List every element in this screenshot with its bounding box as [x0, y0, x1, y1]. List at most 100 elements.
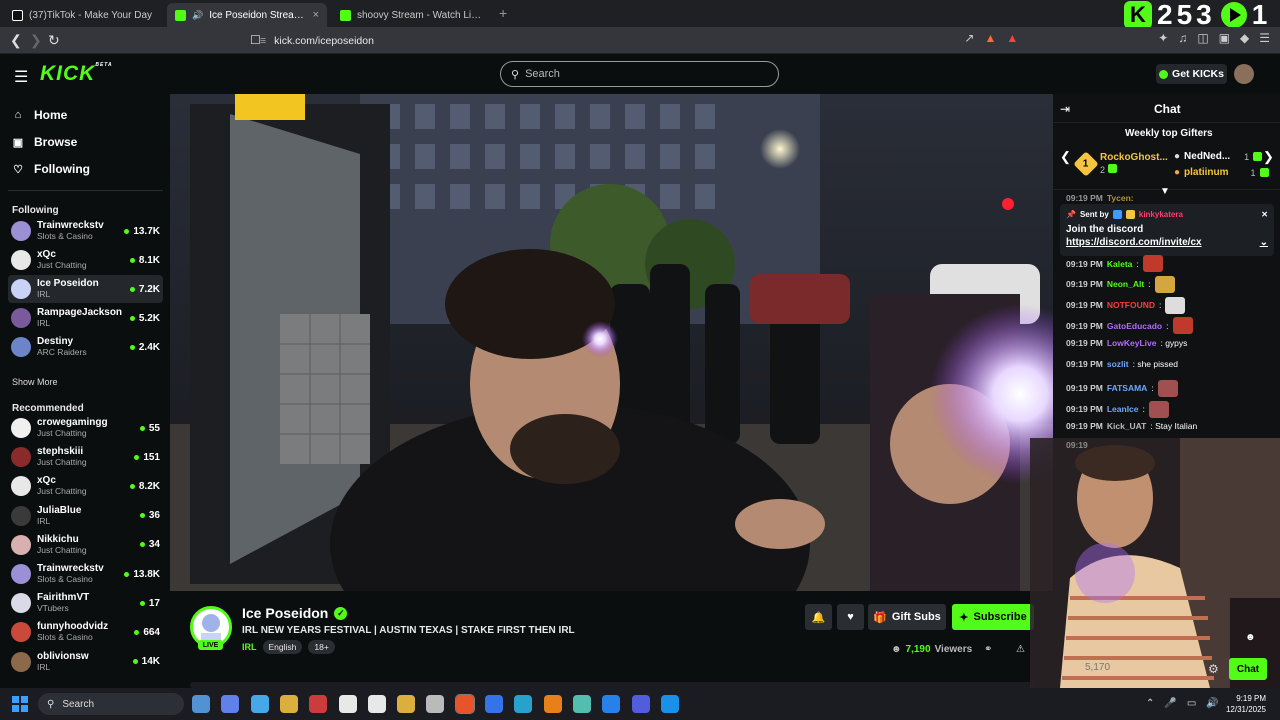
message-user[interactable]: Neon_Alt [1107, 279, 1144, 289]
new-tab-button[interactable]: + [499, 5, 507, 21]
taskbar-app-icon[interactable] [426, 695, 445, 713]
site-info-icon[interactable]: ≡ [260, 35, 266, 47]
follow-heart-button[interactable]: ♥ [837, 604, 864, 630]
send-chat-button[interactable]: Chat [1229, 658, 1267, 680]
brave-shield-icon[interactable]: ▲ [984, 31, 996, 45]
pinned-sender[interactable]: kinkykatera [1139, 210, 1183, 219]
sidebar-channel[interactable]: Trainwreckstv Slots & Casino 13.7K [8, 217, 163, 245]
taskbar-app-icon[interactable] [397, 695, 416, 713]
sidebar-channel[interactable]: xQc Just Chatting 8.1K [8, 246, 163, 274]
message-user[interactable]: Tycen: [1107, 193, 1134, 203]
stream-category-link[interactable]: IRL [242, 642, 257, 652]
taskbar-app-icon[interactable] [485, 695, 503, 713]
top-gifter-1[interactable]: 1 RockoGhost... 2 [1073, 151, 1168, 177]
taskbar-app-icon[interactable] [660, 695, 679, 713]
taskbar-app-icon[interactable] [602, 695, 621, 713]
tab-tiktok[interactable]: (37)TikTok - Make Your Day [4, 3, 164, 27]
vpn-icon[interactable]: ◆ [1240, 31, 1249, 45]
sidebar-channel[interactable]: Destiny ARC Raiders 2.4K [8, 333, 163, 361]
taskbar-app-icon[interactable] [631, 695, 650, 713]
taskbar-app-icon[interactable] [454, 694, 475, 714]
tab-shoovy[interactable]: shoovy Stream - Watch Live on Kick [332, 3, 494, 27]
tab-ice-poseidon[interactable]: 🔊 Ice Poseidon Stream - Watch × [167, 3, 327, 27]
sidebar-channel[interactable]: oblivionsw IRL 14K [8, 648, 163, 676]
chat-settings-gear-icon[interactable]: ⚙ [1208, 662, 1219, 676]
notification-bell-button[interactable]: 🔔 [805, 604, 832, 630]
taskbar-app-icon[interactable] [279, 695, 298, 713]
taskbar-app-icon[interactable] [367, 695, 386, 713]
message-user[interactable]: FATSAMA [1107, 383, 1147, 393]
sidebar-channel[interactable]: JuliaBlue IRL 36 [8, 502, 163, 530]
kick-logo[interactable]: KICKBETA [40, 62, 113, 86]
gifters-next-icon[interactable]: ❯ [1263, 149, 1274, 165]
taskbar-app-icon[interactable] [250, 695, 269, 713]
pinned-link[interactable]: https://discord.com/invite/cx [1066, 237, 1202, 248]
sidebar-channel[interactable]: FairithmVT VTubers 17 [8, 589, 163, 617]
sidebar-channel[interactable]: Trainwreckstv Slots & Casino 13.8K [8, 560, 163, 588]
sidebar-channel[interactable]: funnyhoodvidz Slots & Casino 664 [8, 618, 163, 646]
forward-icon[interactable]: ❯ [30, 32, 42, 49]
sidebar-channel[interactable]: Ice Poseidon IRL 7.2K [8, 275, 163, 303]
message-user[interactable]: LeanIce [1107, 404, 1139, 414]
taskbar-app-icon[interactable] [192, 695, 210, 713]
taskbar-app-icon[interactable] [514, 695, 533, 713]
share-icon[interactable]: ↗ [964, 31, 974, 45]
taskbar-app-icon[interactable] [221, 695, 240, 713]
back-icon[interactable]: ❮ [10, 32, 22, 49]
taskbar-app-icon[interactable] [543, 695, 562, 713]
subscribe-button[interactable]: ✦ Subscribe [952, 604, 1034, 630]
gift-subs-button[interactable]: 🎁 Gift Subs [868, 604, 946, 630]
message-user[interactable]: Kick_UAT [1107, 421, 1147, 431]
sidebar-channel[interactable]: Nikkichu Just Chatting 34 [8, 531, 163, 559]
speaker-icon[interactable]: 🔊 [192, 10, 203, 21]
windows-start-icon[interactable] [12, 696, 28, 712]
display-icon[interactable]: ▭ [1187, 698, 1196, 709]
scroll-pause-icon[interactable]: ▼ [1160, 186, 1170, 197]
url-field[interactable]: ≡ kick.com/iceposeidon [260, 31, 990, 50]
nav-following[interactable]: ♡ Following [12, 162, 90, 176]
message-user[interactable]: sozlit [1107, 359, 1129, 369]
sidebar-channel[interactable]: stephskiii Just Chatting 151 [8, 443, 163, 471]
get-kicks-button[interactable]: Get KICKs [1156, 64, 1227, 84]
taskbar-app-icon[interactable] [338, 695, 357, 713]
pinned-message[interactable]: 📌 Sent by kinkykatera ✕ Join the discord… [1060, 204, 1274, 256]
unpin-icon[interactable]: ✕ [1261, 210, 1268, 219]
search-input[interactable]: ⚲ Search [500, 61, 779, 87]
expand-pinned-icon[interactable]: ⌄ [1260, 237, 1268, 248]
hamburger-menu-icon[interactable]: ☰ [14, 67, 28, 87]
media-icon[interactable]: ♫ [1178, 31, 1187, 45]
nav-browse[interactable]: ▣ Browse [12, 135, 78, 149]
sidebar-channel[interactable]: xQc Just Chatting 8.2K [8, 472, 163, 500]
collapse-chat-icon[interactable]: ⇥ [1060, 102, 1070, 116]
tray-chevron-icon[interactable]: ⌃ [1146, 698, 1154, 709]
show-more-link[interactable]: Show More [12, 377, 58, 387]
rewards-icon[interactable]: ▲ [1006, 31, 1018, 45]
reload-icon[interactable]: ↻ [48, 32, 60, 49]
gifters-prev-icon[interactable]: ❮ [1060, 149, 1071, 165]
sidebar-channel[interactable]: RampageJackson IRL 5.2K [8, 304, 163, 332]
report-icon[interactable]: ⚠ [1016, 644, 1025, 655]
sidebar-channel[interactable]: crowegamingg Just Chatting 55 [8, 414, 163, 442]
top-gifter-2[interactable]: ● NedNed... 1 [1174, 151, 1263, 162]
message-user[interactable]: Kaleta [1107, 259, 1133, 269]
tag-mature[interactable]: 18+ [308, 640, 335, 654]
taskbar-app-icon[interactable] [572, 695, 591, 713]
sidebar-icon[interactable]: ◫ [1197, 31, 1208, 45]
taskbar-app-icon[interactable] [309, 695, 328, 713]
share-stream-icon[interactable]: ⚭ [984, 644, 992, 655]
nav-home[interactable]: ⌂ Home [12, 108, 68, 122]
tag-language[interactable]: English [262, 640, 303, 654]
wallet-icon[interactable]: ▣ [1219, 31, 1230, 45]
streamer-name[interactable]: Ice Poseidon ✓ [242, 605, 348, 621]
taskbar-clock[interactable]: 9:19 PM 12/31/2025 [1226, 693, 1266, 715]
user-avatar[interactable] [1234, 64, 1254, 84]
mic-icon[interactable]: 🎤 [1164, 698, 1176, 709]
extensions-icon[interactable]: ✦ [1158, 31, 1168, 45]
close-tab-icon[interactable]: × [313, 9, 319, 21]
menu-icon[interactable]: ☰ [1259, 31, 1270, 45]
message-user[interactable]: LowKeyLive [1107, 338, 1157, 348]
message-user[interactable]: NOTFOUND [1107, 300, 1155, 310]
message-user[interactable]: GatoEducado [1107, 321, 1162, 331]
video-player[interactable] [170, 94, 1053, 591]
volume-icon[interactable]: 🔊 [1206, 698, 1218, 709]
